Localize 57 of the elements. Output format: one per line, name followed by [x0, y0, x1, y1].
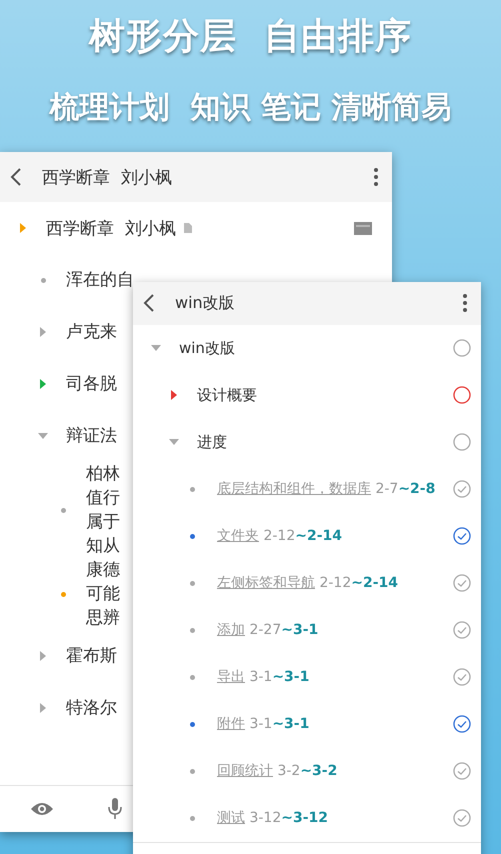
document-icon — [184, 223, 192, 233]
task-text[interactable]: 测试 3-12~3-12 — [217, 809, 453, 828]
check-circle-icon[interactable] — [453, 715, 471, 734]
node-text[interactable]: 特洛尔 — [66, 696, 117, 720]
node-text[interactable]: 属于 — [86, 510, 120, 534]
node-text[interactable]: 浑在的自 — [66, 268, 134, 292]
back-icon[interactable] — [10, 167, 22, 187]
node-text[interactable]: 康德 — [86, 558, 120, 582]
node-title[interactable]: win改版 — [179, 338, 453, 358]
node-text[interactable]: 可能 — [86, 582, 120, 606]
check-circle-icon[interactable] — [453, 574, 471, 592]
task-text[interactable]: 回顾统计 3-2~3-2 — [217, 762, 453, 780]
node-text[interactable]: 霍布斯 — [66, 644, 117, 668]
task-text[interactable]: 导出 3-1~3-1 — [217, 668, 453, 686]
node-text[interactable]: 知从 — [86, 534, 120, 558]
status-circle[interactable] — [453, 386, 471, 404]
status-circle[interactable] — [453, 339, 471, 358]
task-text[interactable]: 附件 3-1~3-1 — [217, 715, 453, 734]
folder-icon[interactable] — [354, 222, 372, 234]
task-text[interactable]: 添加 2-27~3-1 — [217, 621, 453, 640]
collapse-arrow-icon[interactable] — [151, 345, 161, 352]
node-text[interactable]: 卢克来 — [66, 320, 117, 344]
expand-arrow-icon[interactable] — [40, 703, 46, 713]
expand-arrow-icon[interactable] — [40, 379, 46, 389]
task-text[interactable]: 底层结构和组件，数据库 2-7~2-8 — [217, 480, 453, 498]
more-icon[interactable] — [463, 293, 467, 314]
check-circle-icon[interactable] — [453, 621, 471, 640]
task-text[interactable]: 左侧标签和导航 2-12~2-14 — [217, 574, 453, 592]
node-title[interactable]: 进度 — [197, 432, 453, 452]
more-icon[interactable] — [374, 167, 378, 187]
task-text[interactable]: 文件夹 2-12~2-14 — [217, 527, 453, 546]
headline: 梳理计划 知识 笔记 清晰简易 — [50, 89, 452, 127]
check-circle-icon[interactable] — [453, 668, 471, 686]
check-circle-icon[interactable] — [453, 762, 471, 780]
expand-arrow-icon[interactable] — [20, 223, 26, 233]
expand-arrow-icon[interactable] — [171, 390, 177, 400]
check-circle-icon[interactable] — [453, 809, 471, 828]
eye-icon[interactable] — [30, 801, 54, 817]
window-title: 西学断章 刘小枫 — [42, 166, 173, 188]
node-text[interactable]: 值行 — [86, 486, 120, 510]
status-circle[interactable] — [453, 433, 471, 452]
expand-arrow-icon[interactable] — [40, 327, 46, 337]
collapse-arrow-icon[interactable] — [169, 439, 179, 446]
collapse-arrow-icon[interactable] — [38, 433, 48, 439]
node-text[interactable]: 柏林 — [86, 462, 120, 486]
back-icon[interactable] — [143, 293, 155, 314]
check-circle-icon[interactable] — [453, 480, 471, 498]
node-text[interactable]: 司各脱 — [66, 372, 117, 396]
microphone-icon[interactable] — [108, 798, 122, 820]
headline: 树形分层 自由排序 — [88, 15, 412, 59]
node-title[interactable]: 西学断章 刘小枫 — [46, 216, 176, 240]
check-circle-icon[interactable] — [453, 527, 471, 546]
node-text[interactable]: 辩证法 — [66, 424, 117, 448]
node-title[interactable]: 设计概要 — [197, 386, 453, 405]
expand-arrow-icon[interactable] — [40, 651, 46, 661]
window-title: win改版 — [175, 292, 236, 314]
node-text[interactable]: 思辨 — [86, 606, 120, 630]
